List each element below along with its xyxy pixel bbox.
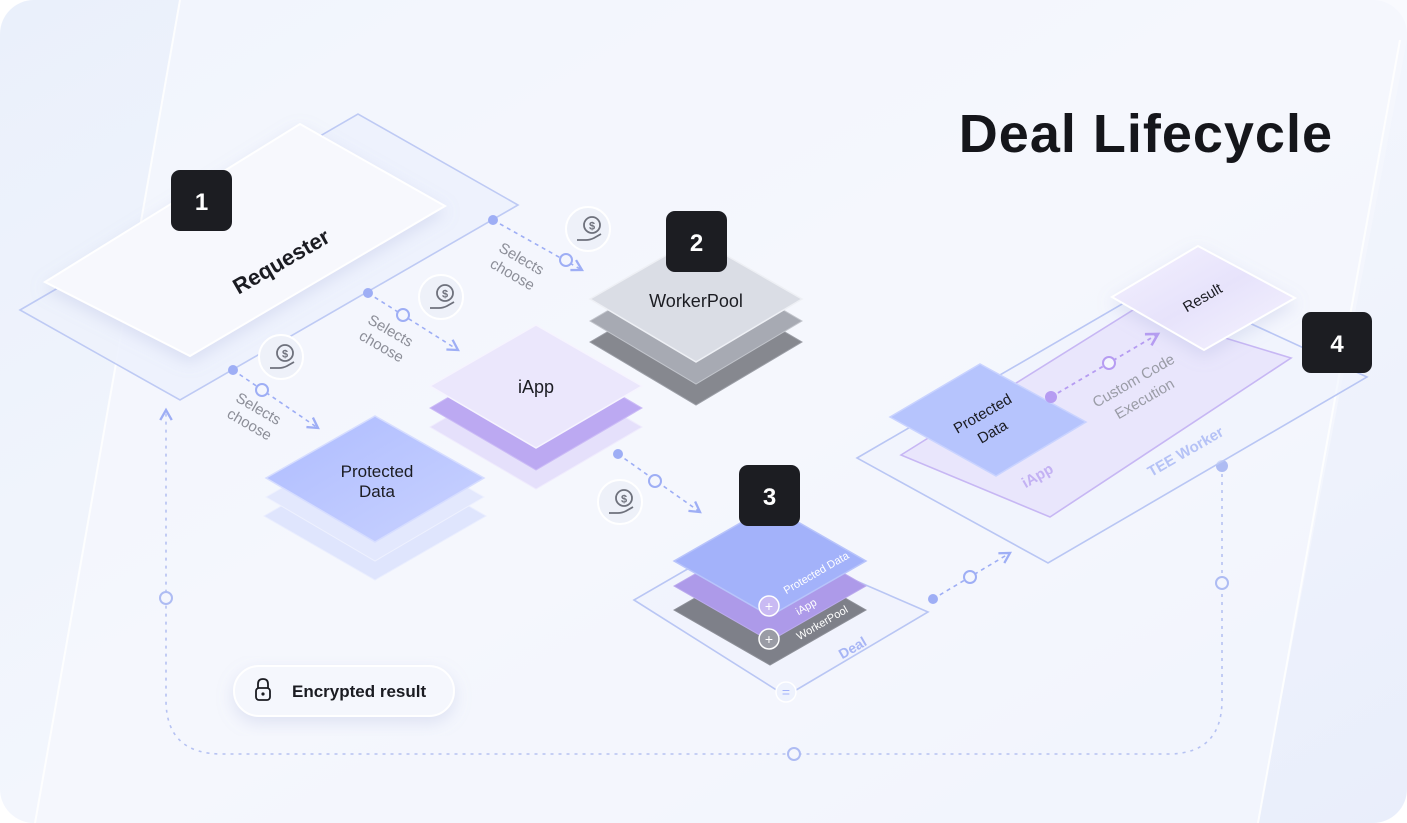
svg-text:$: $ [442,289,448,301]
svg-text:$: $ [621,494,627,506]
hand-coin-icon: $ [258,334,304,380]
step-number: 3 [763,484,776,511]
step-badge-4: 4 [1302,312,1372,373]
workerpool-label: WorkerPool [649,291,743,311]
svg-text:+: + [765,631,773,647]
hand-coin-icon: $ [597,479,643,525]
svg-text:=: = [782,684,790,700]
svg-text:$: $ [589,221,595,233]
svg-text:+: + [765,598,773,614]
step-badge-3: 3 [739,465,800,526]
loop-node [1215,576,1229,590]
step-number: 4 [1330,331,1344,358]
protected-data-label: Protected [341,462,414,481]
iapp-label: iApp [518,377,554,397]
svg-text:$: $ [282,349,288,361]
page-title: Deal Lifecycle [959,104,1333,164]
protected-data-label: Data [359,482,395,501]
hand-coin-icon: $ [565,206,611,252]
diagram-canvas: Deal Lifecycle Requester 1 Selects choos… [0,0,1407,823]
legend-label: Encrypted result [292,682,426,701]
encrypted-result-legend: Encrypted result [233,665,455,717]
loop-node [159,591,173,605]
step-number: 1 [195,189,208,216]
step-badge-1: 1 [171,170,232,231]
loop-node [787,747,801,761]
step-number: 2 [690,230,703,257]
deal-lifecycle-diagram: Deal Lifecycle Requester 1 Selects choos… [0,0,1407,823]
hand-coin-icon: $ [418,274,464,320]
step-badge-2: 2 [666,211,727,272]
